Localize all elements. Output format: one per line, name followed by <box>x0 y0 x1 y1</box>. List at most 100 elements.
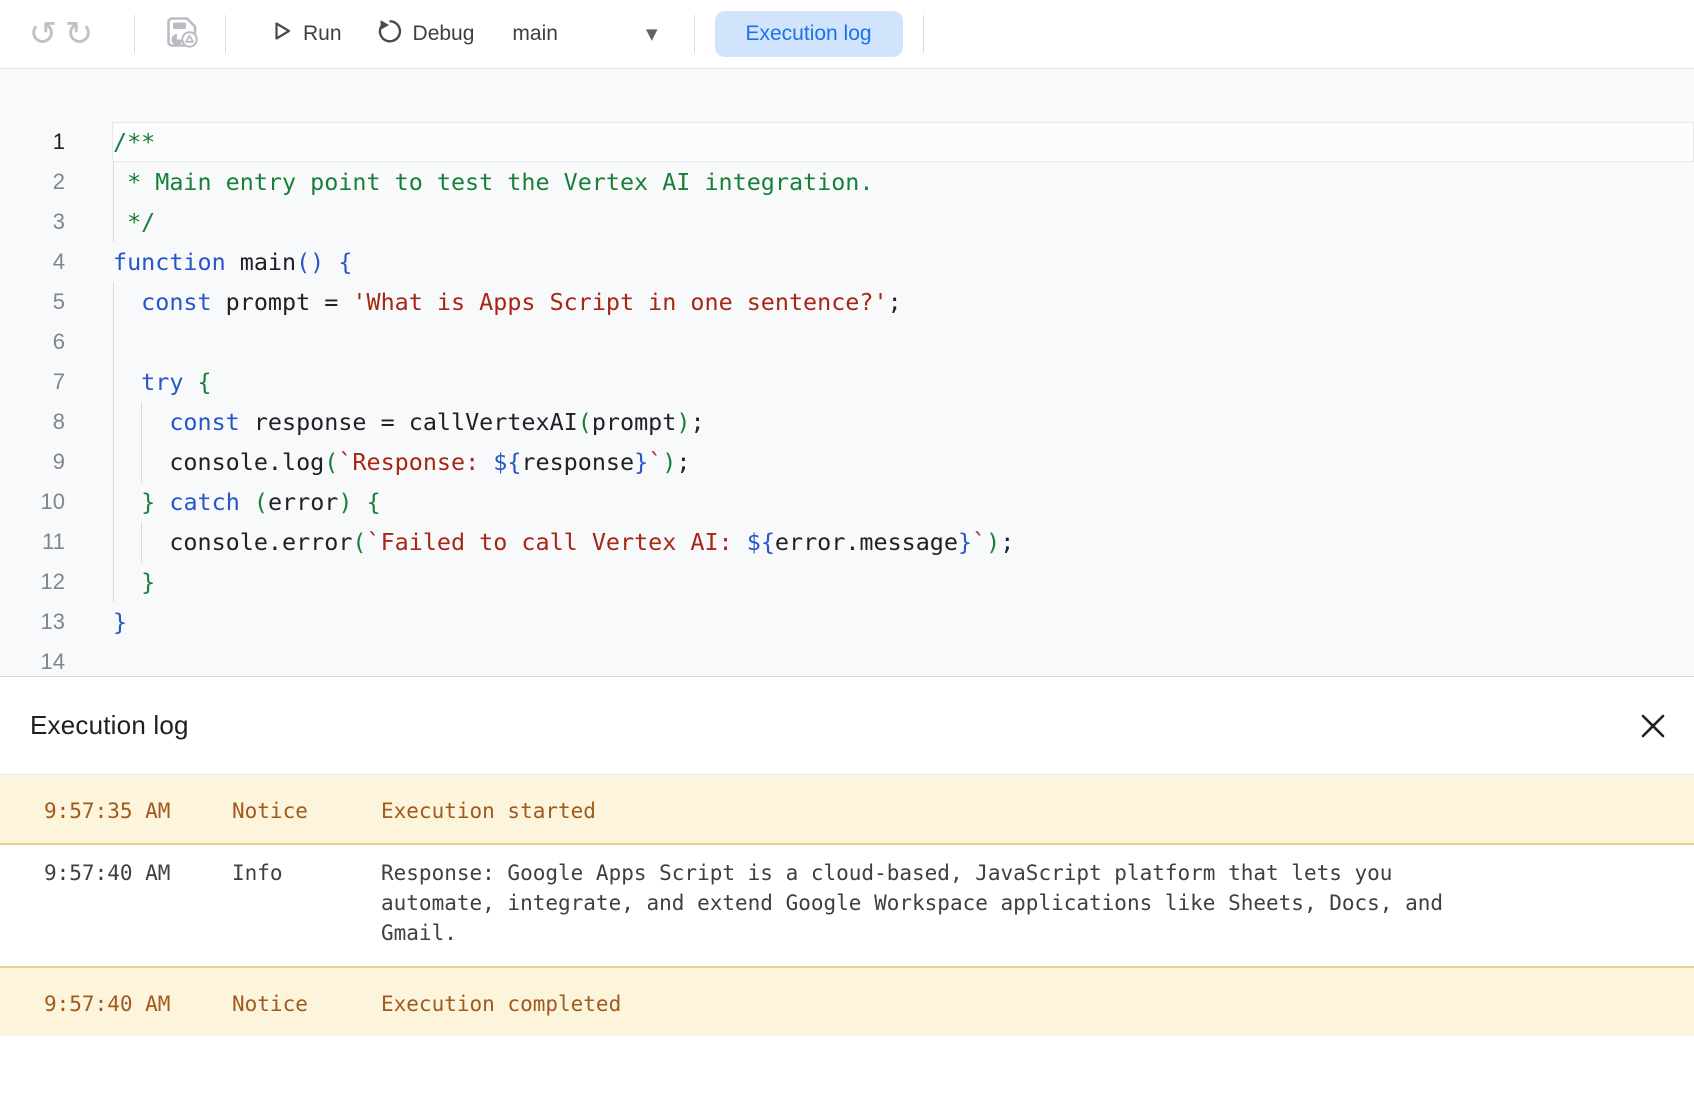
code-token: `Response: <box>338 448 493 476</box>
execution-log-panel: Execution log 9:57:35 AMNoticeExecution … <box>0 677 1694 1097</box>
debug-icon <box>376 17 404 51</box>
code-token: main <box>226 248 296 276</box>
code-line[interactable]: 3 */ <box>0 202 1694 242</box>
line-number[interactable]: 2 <box>0 162 65 202</box>
code-line[interactable]: 10 } catch (error) { <box>0 482 1694 522</box>
code-token: ) <box>986 528 1000 556</box>
code-token: { <box>198 368 212 396</box>
toolbar-divider <box>134 15 135 53</box>
code-token: error.message <box>775 528 958 556</box>
save-project-icon <box>162 12 202 57</box>
log-message: Response: Google Apps Script is a cloud-… <box>381 858 1694 948</box>
line-number[interactable]: 6 <box>0 322 65 362</box>
line-number[interactable]: 11 <box>0 522 65 562</box>
function-selector-value: main <box>512 22 558 46</box>
log-message-line: Response: Google Apps Script is a cloud-… <box>381 858 1694 888</box>
code-token: } <box>141 568 155 596</box>
code-token: console.log <box>113 448 324 476</box>
code-line[interactable]: 12 } <box>0 562 1694 602</box>
close-icon <box>1639 712 1667 740</box>
log-message: Execution started <box>381 796 1694 826</box>
run-label: Run <box>303 22 342 46</box>
code-token: () <box>296 248 324 276</box>
code-token: `Failed to call Vertex AI: <box>367 528 747 556</box>
code-token: } <box>958 528 972 556</box>
code-token: ) <box>676 408 690 436</box>
code-line[interactable]: 7 try { <box>0 362 1694 402</box>
line-number[interactable]: 13 <box>0 602 65 642</box>
code-line-text: } <box>113 562 155 602</box>
line-number[interactable]: 9 <box>0 442 65 482</box>
code-token <box>113 368 141 396</box>
code-token: try <box>141 368 183 396</box>
code-token: ( <box>578 408 592 436</box>
line-number[interactable]: 4 <box>0 242 65 282</box>
code-token: ${ <box>747 528 775 556</box>
line-number[interactable]: 10 <box>0 482 65 522</box>
code-token: ${ <box>493 448 521 476</box>
code-token: ; <box>888 288 902 316</box>
code-token <box>113 488 141 516</box>
code-token: ` <box>648 448 662 476</box>
log-message-line: Gmail. <box>381 918 1694 948</box>
toolbar: ↺ ↻ Run D <box>0 0 1694 69</box>
line-number[interactable]: 1 <box>0 122 65 162</box>
log-timestamp: 9:57:40 AM <box>44 858 232 948</box>
code-token: { <box>367 488 381 516</box>
line-number[interactable]: 5 <box>0 282 65 322</box>
function-selector-dropdown[interactable]: main ▼ <box>512 22 657 46</box>
code-editor[interactable]: 1/**2 * Main entry point to test the Ver… <box>0 69 1694 677</box>
code-token: response <box>521 448 634 476</box>
code-token <box>352 488 366 516</box>
debug-button[interactable]: Debug <box>376 17 475 51</box>
code-line[interactable]: 6 <box>0 322 1694 362</box>
log-timestamp: 9:57:35 AM <box>44 796 232 826</box>
log-message-line: Execution completed <box>381 989 1694 1019</box>
code-line-text: } <box>113 602 127 642</box>
run-button[interactable]: Run <box>270 19 342 49</box>
execution-log-button[interactable]: Execution log <box>715 11 903 57</box>
log-entry-row: 9:57:40 AMNoticeExecution completed <box>0 966 1694 1036</box>
code-line[interactable]: 8 const response = callVertexAI(prompt); <box>0 402 1694 442</box>
code-token: ( <box>352 528 366 556</box>
code-line[interactable]: 4 function main() { <box>0 242 1694 282</box>
toolbar-divider <box>694 15 695 53</box>
close-execution-log-button[interactable] <box>1636 709 1670 743</box>
code-token: 'What is Apps Script in one sentence?' <box>352 288 887 316</box>
code-line-text: function main() { <box>113 242 352 282</box>
save-button[interactable] <box>162 12 202 57</box>
code-token <box>155 488 169 516</box>
code-line[interactable]: 1/** <box>0 122 1694 162</box>
execution-log-button-label: Execution log <box>746 22 872 45</box>
line-number[interactable]: 12 <box>0 562 65 602</box>
line-number[interactable]: 7 <box>0 362 65 402</box>
code-line[interactable]: 5 const prompt = 'What is Apps Script in… <box>0 282 1694 322</box>
code-token: ` <box>972 528 986 556</box>
code-token <box>113 568 141 596</box>
code-token: ( <box>254 488 268 516</box>
code-token: function <box>113 248 226 276</box>
redo-button[interactable]: ↻ <box>64 14 94 54</box>
code-line[interactable]: 14 <box>0 642 1694 677</box>
code-line[interactable]: 13} <box>0 602 1694 642</box>
code-token <box>113 288 141 316</box>
code-line[interactable]: 2 * Main entry point to test the Vertex … <box>0 162 1694 202</box>
redo-icon: ↻ <box>65 15 94 53</box>
toolbar-divider <box>923 15 924 53</box>
code-line-text: console.error(`Failed to call Vertex AI:… <box>113 522 1014 562</box>
line-number[interactable]: 14 <box>0 642 65 677</box>
log-entry-row: 9:57:40 AMInfoResponse: Google Apps Scri… <box>0 845 1694 966</box>
log-message-line: Execution started <box>381 796 1694 826</box>
code-line[interactable]: 11 console.error(`Failed to call Vertex … <box>0 522 1694 562</box>
line-number[interactable]: 8 <box>0 402 65 442</box>
code-line-text: try { <box>113 362 212 402</box>
log-level: Notice <box>232 989 381 1019</box>
execution-log-title: Execution log <box>30 710 189 741</box>
line-number[interactable]: 3 <box>0 202 65 242</box>
undo-button[interactable]: ↺ <box>28 14 58 54</box>
current-line-highlight <box>112 122 1694 162</box>
code-line[interactable]: 9 console.log(`Response: ${response}`); <box>0 442 1694 482</box>
code-token: ) <box>662 448 676 476</box>
code-token: */ <box>113 208 155 236</box>
code-token <box>324 248 338 276</box>
